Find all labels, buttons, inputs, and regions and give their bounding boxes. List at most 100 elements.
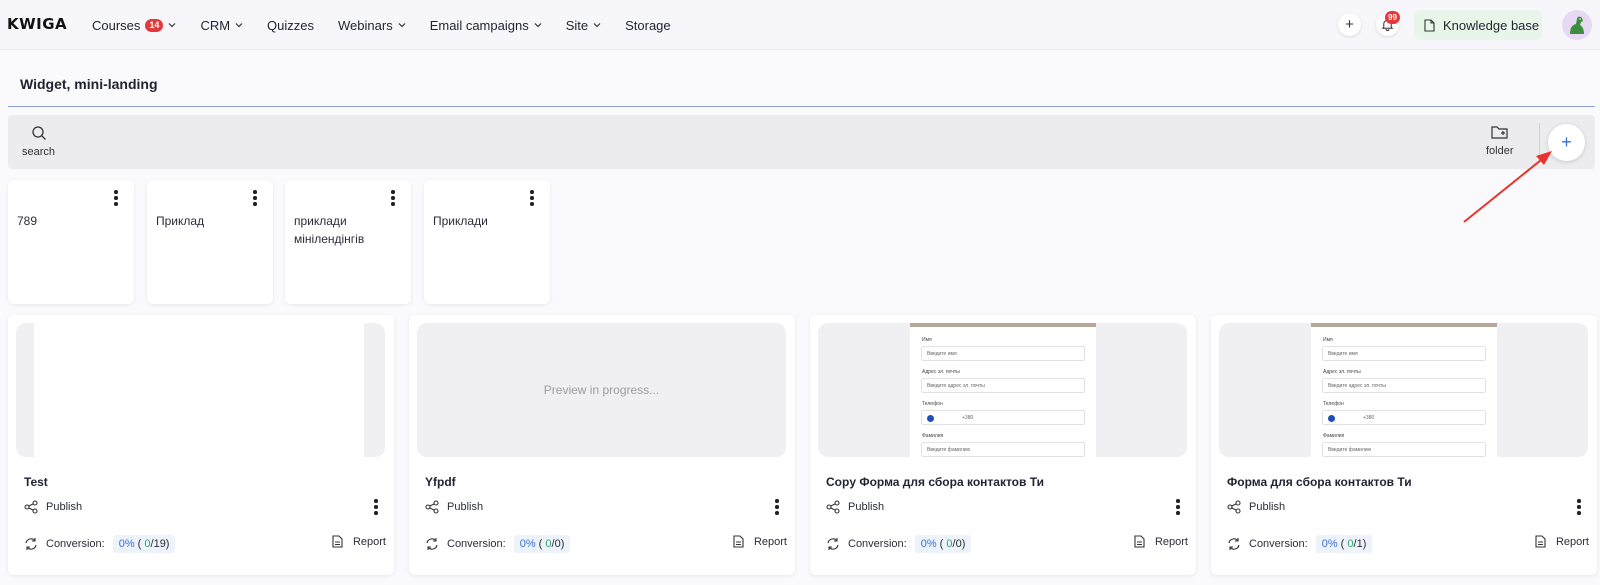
widget-preview[interactable]: Имя Введите имя Адрес эл. почты Введите … (818, 323, 1187, 457)
conversion-total: /1) (1353, 538, 1367, 550)
knowledge-base-button[interactable]: Knowledge base (1414, 10, 1542, 40)
blank-preview (34, 323, 364, 457)
more-options-icon[interactable] (530, 190, 534, 208)
form-phone-input: +380 (921, 410, 1085, 425)
conversion-label: Conversion: (848, 538, 907, 550)
folder-card[interactable]: Приклад (147, 180, 273, 304)
chevron-down-icon (593, 23, 601, 28)
chevron-down-icon (169, 23, 176, 28)
report-label: Report (1555, 535, 1589, 548)
share-icon (826, 500, 840, 514)
new-folder-button[interactable]: folder (1486, 125, 1514, 157)
widget-title[interactable]: Test (24, 475, 48, 489)
conversion-stat: Conversion: 0% ( 0/0) (425, 535, 571, 553)
publish-label: Publish (46, 501, 83, 513)
main-nav: Courses 14 CRM Quizzes Webinars Email ca… (92, 0, 695, 50)
widget-card[interactable]: Имя Введите имя Адрес эл. почты Введите … (1211, 315, 1597, 575)
nav-storage-label: Storage (625, 17, 671, 33)
more-options-icon[interactable] (253, 190, 257, 208)
conversion-stat: Conversion: 0% ( 0/1) (1227, 535, 1373, 553)
nav-quizzes[interactable]: Quizzes (267, 18, 314, 33)
widget-preview[interactable]: Preview in progress... (417, 323, 786, 457)
folder-card[interactable]: Приклади (424, 180, 550, 304)
widget-preview[interactable] (16, 323, 385, 457)
form-surname-input: Введите фамилию (1322, 442, 1486, 457)
form-preview: Имя Введите имя Адрес эл. почты Введите … (910, 323, 1096, 457)
form-phone-label: Телефон (1323, 401, 1344, 407)
notifications-badge: 99 (1385, 11, 1400, 24)
form-phone-label: Телефон (922, 401, 943, 407)
form-email-input: Введите адрес эл. почты (1322, 378, 1486, 393)
folder-label: folder (1486, 145, 1514, 157)
avatar[interactable] (1562, 10, 1592, 40)
widget-card[interactable]: Test Publish Conversion: 0% ( 0/19) Repo… (8, 315, 394, 575)
nav-courses-label: Courses (92, 17, 141, 33)
more-options-icon[interactable] (1577, 499, 1581, 517)
nav-site[interactable]: Site (566, 18, 601, 33)
more-options-icon[interactable] (374, 499, 378, 517)
conversion-value: 0% ( 0/1) (1315, 535, 1373, 553)
report-button[interactable]: Report (733, 535, 787, 548)
widget-title[interactable]: Copy Форма для сбора контактов Ти (826, 475, 1044, 489)
publish-button[interactable]: Publish (24, 500, 82, 514)
publish-button[interactable]: Publish (425, 500, 483, 514)
report-button[interactable]: Report (1134, 535, 1188, 548)
report-icon (332, 535, 343, 548)
form-name-label: Имя (922, 337, 932, 343)
page-title: Widget, mini-landing (20, 76, 158, 92)
publish-button[interactable]: Publish (826, 500, 884, 514)
publish-button[interactable]: Publish (1227, 500, 1285, 514)
folder-card[interactable]: 789 (8, 180, 134, 304)
nav-webinars-label: Webinars (338, 17, 393, 33)
conversion-total: /19) (150, 538, 170, 550)
form-phone-input: +380 (1322, 410, 1486, 425)
more-options-icon[interactable] (775, 499, 779, 517)
share-icon (425, 500, 439, 514)
folder-plus-icon (1491, 126, 1508, 139)
more-options-icon[interactable] (114, 190, 118, 208)
conversion-value: 0% ( 0/19) (112, 535, 176, 553)
kwiga-logo[interactable]: KWIGA (7, 15, 67, 33)
chevron-down-icon (398, 23, 406, 28)
report-button[interactable]: Report (332, 535, 386, 548)
conversion-label: Conversion: (447, 538, 506, 550)
widget-card[interactable]: Имя Введите имя Адрес эл. почты Введите … (810, 315, 1196, 575)
folder-card[interactable]: приклади мінілендінгів (285, 180, 411, 304)
folder-name: приклади мінілендінгів (294, 214, 365, 246)
conversion-total: /0) (551, 538, 565, 550)
add-widget-button[interactable]: + (1548, 124, 1585, 161)
nav-crm[interactable]: CRM (200, 18, 243, 33)
nav-webinars[interactable]: Webinars (338, 18, 406, 33)
courses-badge: 14 (145, 18, 164, 32)
nav-crm-label: CRM (200, 17, 231, 33)
quick-add-button[interactable]: + (1338, 13, 1361, 36)
dinosaur-icon (1570, 16, 1584, 34)
widget-title[interactable]: Форма для сбора контактов Ти (1227, 475, 1412, 489)
folder-name: Приклади (433, 214, 488, 228)
publish-label: Publish (848, 501, 885, 513)
document-icon (1424, 18, 1435, 32)
widgets-toolbar: search folder (8, 115, 1595, 169)
form-phone-value: +380 (1363, 415, 1375, 421)
conversion-value: 0% ( 0/0) (513, 535, 571, 553)
more-options-icon[interactable] (391, 190, 395, 208)
report-label: Report (753, 535, 787, 548)
nav-email-campaigns[interactable]: Email campaigns (430, 18, 542, 33)
flag-icon (927, 415, 934, 422)
form-preview: Имя Введите имя Адрес эл. почты Введите … (1311, 323, 1497, 457)
widget-title[interactable]: Yfpdf (425, 475, 456, 489)
widget-card[interactable]: Preview in progress... Yfpdf Publish Con… (409, 315, 795, 575)
widget-preview[interactable]: Имя Введите имя Адрес эл. почты Введите … (1219, 323, 1588, 457)
form-surname-input: Введите фамилию (921, 442, 1085, 457)
form-surname-label: Фамилия (1323, 433, 1345, 439)
nav-storage[interactable]: Storage (625, 18, 671, 33)
conversion-percent: 0% (118, 538, 135, 550)
nav-courses[interactable]: Courses 14 (92, 18, 176, 33)
search-label: search (22, 146, 56, 158)
search-button[interactable]: search (22, 125, 55, 158)
folder-name: Приклад (156, 214, 205, 228)
conversion-percent: 0% (519, 538, 536, 550)
form-phone-value: +380 (962, 415, 974, 421)
report-button[interactable]: Report (1535, 535, 1589, 548)
more-options-icon[interactable] (1176, 499, 1180, 517)
